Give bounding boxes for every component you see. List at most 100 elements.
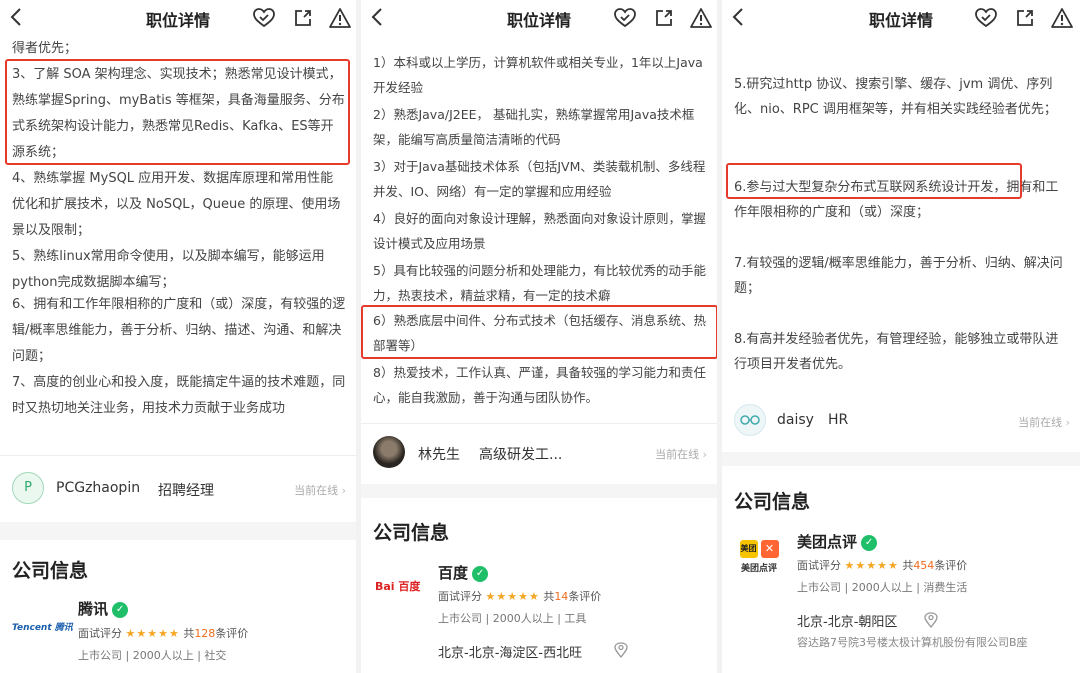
online-status-text: 当前在线 <box>655 448 700 461</box>
review-count-suffix: 条评价 <box>934 559 968 572</box>
company-logo: Tencent 腾讯 <box>12 623 73 633</box>
favorite-button[interactable] <box>974 6 998 30</box>
recruiter-title: HR <box>828 412 849 428</box>
online-status: 当前在线 › <box>655 446 707 462</box>
section-gap <box>722 452 1080 466</box>
review-count-prefix: 共 <box>183 627 195 640</box>
highlight-box <box>726 163 1022 199</box>
requirement-item: 5.研究过http 协议、搜索引擎、缓存、jvm 调优、序列化、nio、RPC … <box>734 77 1057 117</box>
recruiter-name: 林先生 <box>418 447 460 463</box>
recruiter-name: daisy <box>777 412 814 428</box>
divider <box>0 455 356 456</box>
company-name-row[interactable]: 腾讯 ✓ <box>78 598 129 619</box>
requirement-item: 8.有高并发经验者优先，有管理经验，能够独立或带队进行项目开发者优先。 <box>734 332 1059 372</box>
chevron-right-icon: › <box>702 448 707 461</box>
job-detail-panel-tencent: 职位详情 得者优先； 3、了解 SOA 架构理念、实现技术；熟悉常见设计模式，熟… <box>0 0 356 673</box>
company-name-row[interactable]: 百度 ✓ <box>438 562 489 583</box>
company-name-row[interactable]: 美团点评 ✓ <box>797 531 878 552</box>
company-name: 腾讯 <box>78 600 109 618</box>
company-name: 美团点评 <box>797 533 858 551</box>
report-icon <box>329 8 351 28</box>
highlight-box <box>361 305 717 359</box>
heart-check-icon <box>614 8 636 28</box>
share-button[interactable] <box>1013 6 1037 30</box>
section-title: 公司信息 <box>12 560 89 582</box>
online-status-text: 当前在线 <box>1018 416 1063 429</box>
review-count-prefix: 共 <box>902 559 914 572</box>
avatar: P <box>12 472 44 504</box>
online-status-text: 当前在线 <box>294 484 339 497</box>
online-status: 当前在线 › <box>294 482 346 498</box>
avatar <box>734 404 766 436</box>
section-title: 公司信息 <box>734 491 811 513</box>
report-button[interactable] <box>689 6 713 30</box>
star-rating-icon: ★★★★★ <box>844 559 899 572</box>
favorite-button[interactable] <box>252 6 276 30</box>
rating-label: 面试评分 <box>797 559 841 572</box>
rating-label: 面试评分 <box>438 590 482 603</box>
requirement-item: 5、熟练linux常用命令使用，以及脚本编写，能够运用python完成数据脚本编… <box>12 249 325 290</box>
rating-label: 面试评分 <box>78 627 122 640</box>
divider <box>361 423 717 424</box>
verified-icon: ✓ <box>112 602 129 618</box>
online-status: 当前在线 › <box>1018 414 1070 430</box>
company-address[interactable]: 北京-北京-朝阳区 <box>797 611 897 630</box>
requirement-item: 3）对于Java基础技术体系（包括JVM、类装载机制、多线程并发、IO、网络）有… <box>373 159 706 199</box>
verified-icon: ✓ <box>472 566 489 582</box>
requirement-item: 1）本科或以上学历，计算机软件或相关专业，1年以上Java开发经验 <box>373 55 703 95</box>
location-pin-icon[interactable] <box>614 642 628 662</box>
chevron-right-icon: › <box>341 484 346 497</box>
star-rating-icon: ★★★★★ <box>485 590 540 603</box>
share-icon <box>1017 10 1033 26</box>
requirement-item: 5）具有比较强的问题分析和处理能力，有比较优秀的动手能力，热衷技术，精益求精，有… <box>373 263 706 303</box>
top-bar: 职位详情 <box>0 0 356 36</box>
dianping-mark: ✕ <box>760 540 779 558</box>
requirement-item: 8）热爱技术，工作认真、严谨，具备较强的学习能力和责任心，能自我激励，善于沟通与… <box>373 365 706 405</box>
top-bar: 职位详情 <box>361 0 717 36</box>
requirement-item: 7、高度的创业心和投入度，既能搞定牛逼的技术难题，同时又热切地关注业务，用技术力… <box>12 375 346 416</box>
report-icon <box>690 8 712 28</box>
avatar <box>373 436 405 468</box>
company-logo: Bai 百度 <box>375 580 421 593</box>
location-pin-icon[interactable] <box>924 612 938 632</box>
requirement-item: 7.有较强的逻辑/概率思维能力，善于分析、归纳、解决问题； <box>734 256 1063 296</box>
requirement-item: 2）熟悉Java/J2EE， 基础扎实，熟练掌握常用Java技术框架，能编写高质… <box>373 107 695 147</box>
job-detail-panel-meituan: 职位详情 5.研究过http 协议、搜索引擎、缓存、jvm 调优、序列化、nio… <box>722 0 1080 673</box>
review-count-suffix: 条评价 <box>215 627 249 640</box>
company-meta: 上市公司 | 2000人以上 | 消费生活 <box>797 581 968 594</box>
review-count-prefix: 共 <box>543 590 555 603</box>
share-button[interactable] <box>291 6 315 30</box>
recruiter-row[interactable]: P PCGzhaopin 招聘经理 当前在线 › <box>0 466 356 512</box>
company-logo: 美团 ✕ 美团点评 <box>737 540 781 576</box>
section-gap <box>361 484 717 498</box>
company-address-detail: 容达路7号院3号楼太极计算机股份有限公司B座 <box>797 636 1028 649</box>
share-icon <box>295 10 311 26</box>
requirement-item: 4、熟练掌握 MySQL 应用开发、数据库原理和常用性能优化和扩展技术，以及 N… <box>12 171 341 238</box>
recruiter-row[interactable]: 林先生 高级研发工... 当前在线 › <box>361 430 717 476</box>
star-rating-icon: ★★★★★ <box>125 627 180 640</box>
section-title: 公司信息 <box>373 522 450 544</box>
share-button[interactable] <box>652 6 676 30</box>
interview-rating: 面试评分 ★★★★★ 共14条评价 <box>438 588 601 604</box>
review-count: 454 <box>913 559 935 572</box>
chevron-right-icon: › <box>1065 416 1070 429</box>
review-count-suffix: 条评价 <box>568 590 602 603</box>
company-address[interactable]: 北京-北京-海淀区-西北旺 <box>438 642 582 661</box>
meituan-mark: 美团 <box>739 540 758 558</box>
review-count: 128 <box>194 627 216 640</box>
report-button[interactable] <box>328 6 352 30</box>
report-button[interactable] <box>1050 6 1074 30</box>
section-gap <box>0 522 356 540</box>
requirement-item: 4）良好的面向对象设计理解，熟悉面向对象设计原则，掌握设计模式及应用场景 <box>373 211 706 251</box>
verified-icon: ✓ <box>861 535 878 551</box>
recruiter-title: 高级研发工... <box>479 447 563 463</box>
top-bar: 职位详情 <box>722 0 1080 36</box>
recruiter-row[interactable]: daisy HR 当前在线 › <box>722 398 1080 444</box>
recruiter-name: PCGzhaopin <box>56 480 141 496</box>
heart-check-icon <box>975 8 997 28</box>
company-name: 百度 <box>438 564 469 582</box>
recruiter-title: 招聘经理 <box>158 483 214 499</box>
interview-rating: 面试评分 ★★★★★ 共454条评价 <box>797 557 967 573</box>
favorite-button[interactable] <box>613 6 637 30</box>
highlight-box <box>5 59 350 165</box>
